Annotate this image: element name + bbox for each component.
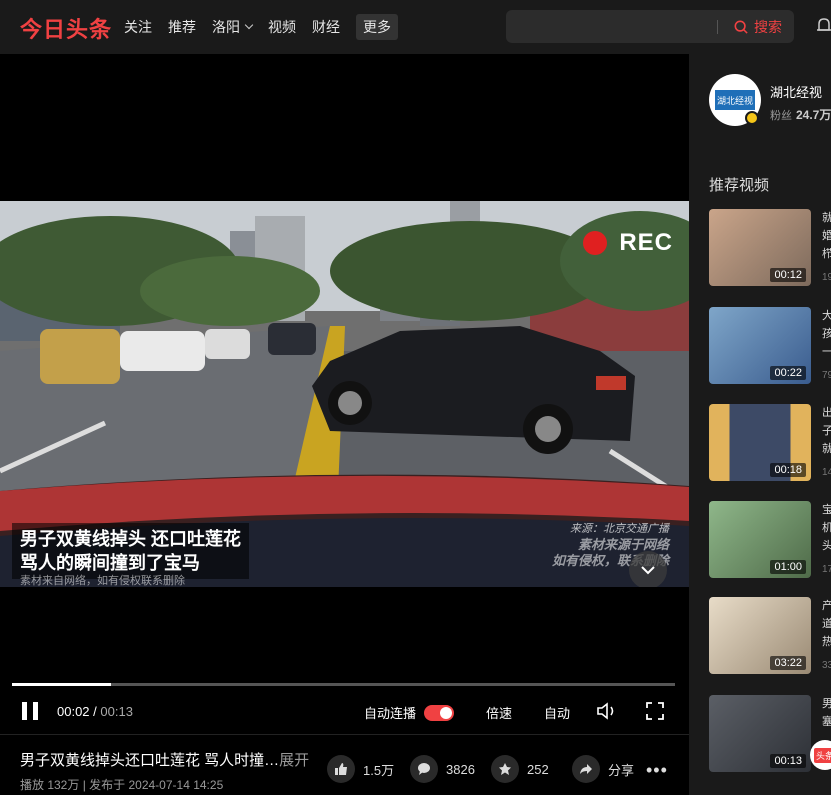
progress-bar[interactable] bbox=[12, 683, 675, 686]
comment-count: 3826 bbox=[446, 761, 475, 777]
comment-icon bbox=[410, 755, 438, 783]
recommended-title: 推荐视频 bbox=[709, 177, 770, 194]
toutiao-logo[interactable]: 今日头条 bbox=[20, 12, 112, 44]
video-player[interactable]: REC 男子双黄线掉头 还口吐莲花 骂人的瞬间撞到了宝马 素材来自网络，如有侵权… bbox=[0, 54, 689, 734]
card-duration: 01:00 bbox=[770, 560, 806, 574]
meta-separator: | bbox=[79, 778, 90, 792]
search-button-label: 搜索 bbox=[754, 18, 782, 35]
nav-finance[interactable]: 财经 bbox=[312, 17, 340, 37]
speed-button[interactable]: 倍速 bbox=[486, 703, 512, 722]
floating-badge-label: 头条 bbox=[814, 748, 831, 763]
nav-city-label: 洛阳 bbox=[212, 19, 240, 35]
floating-badge[interactable]: 头条 bbox=[810, 740, 831, 770]
record-dot-icon bbox=[583, 231, 608, 255]
search-icon bbox=[734, 20, 748, 34]
rec-label: REC bbox=[619, 229, 673, 256]
card-play-count: 17 bbox=[822, 564, 831, 575]
recommended-video-card[interactable]: 00:13 bbox=[709, 695, 811, 772]
rec-indicator: REC bbox=[583, 229, 673, 257]
recommended-video-card[interactable]: 00:22 bbox=[709, 307, 811, 384]
publish-date: 发布于 2024-07-14 14:25 bbox=[89, 778, 224, 792]
time-separator: / bbox=[89, 704, 101, 719]
like-button[interactable]: 1.5万 bbox=[327, 755, 394, 783]
nav-more[interactable]: 更多 bbox=[356, 14, 398, 40]
chevron-down-icon bbox=[244, 20, 254, 30]
search-box: 搜索 bbox=[506, 10, 794, 43]
quality-button[interactable]: 自动 bbox=[544, 703, 570, 722]
caption-line-1: 男子双黄线掉头 还口吐莲花 bbox=[20, 529, 241, 549]
progress-fill bbox=[12, 683, 112, 686]
card-play-count: 79 bbox=[822, 370, 831, 381]
pause-button[interactable] bbox=[22, 702, 38, 720]
recommended-video-card[interactable]: 00:18 bbox=[709, 404, 811, 481]
nav-video[interactable]: 视频 bbox=[268, 17, 296, 37]
card-duration: 00:22 bbox=[770, 366, 806, 380]
autoplay-label: 自动连播 bbox=[364, 706, 417, 721]
autoplay-control: 自动连播 bbox=[364, 703, 455, 722]
expand-button[interactable]: 展开 bbox=[279, 752, 309, 769]
verified-badge-icon bbox=[745, 111, 759, 125]
current-time: 00:02 bbox=[57, 704, 90, 719]
right-sidebar: 湖北经视 湖北经视 粉丝 24.7万 推荐视频 00:12 就婚栉 19 00:2… bbox=[689, 54, 831, 795]
volume-icon[interactable] bbox=[596, 701, 618, 721]
card-title[interactable]: 产道热 bbox=[822, 597, 831, 651]
player-controls: 00:02 / 00:13 自动连播 倍速 自动 bbox=[0, 694, 689, 728]
card-play-count: 14 bbox=[822, 467, 831, 478]
search-button[interactable]: 搜索 bbox=[718, 17, 794, 37]
card-duration: 03:22 bbox=[770, 656, 806, 670]
card-title[interactable]: 男塞 bbox=[822, 695, 831, 731]
collapse-button[interactable] bbox=[629, 551, 667, 587]
autoplay-toggle[interactable] bbox=[424, 704, 455, 721]
card-title[interactable]: 出子就 bbox=[822, 404, 831, 458]
video-title: 男子双黄线掉头还口吐莲花 骂人时撞…展开 bbox=[20, 749, 309, 770]
video-title-text: 男子双黄线掉头还口吐莲花 骂人时撞… bbox=[20, 752, 280, 769]
recommended-video-card[interactable]: 00:12 bbox=[709, 209, 811, 286]
card-title[interactable]: 就婚栉 bbox=[822, 209, 831, 263]
author-fans: 粉丝 24.7万 bbox=[770, 106, 831, 123]
time-display: 00:02 / 00:13 bbox=[57, 704, 133, 719]
card-title[interactable]: 大孩一 bbox=[822, 307, 831, 361]
favorite-count: 252 bbox=[527, 761, 549, 777]
card-duration: 00:18 bbox=[770, 463, 806, 477]
card-duration: 00:13 bbox=[770, 754, 806, 768]
video-frame[interactable]: REC 男子双黄线掉头 还口吐莲花 骂人的瞬间撞到了宝马 素材来自网络，如有侵权… bbox=[0, 201, 689, 587]
nav-recommend[interactable]: 推荐 bbox=[168, 17, 196, 37]
share-icon bbox=[572, 755, 600, 783]
recommended-video-card[interactable]: 01:00 bbox=[709, 501, 811, 578]
fullscreen-icon[interactable] bbox=[646, 702, 664, 720]
video-info-bar: 男子双黄线掉头还口吐莲花 骂人时撞…展开 播放 132万 | 发布于 2024-… bbox=[0, 734, 689, 795]
bell-icon[interactable] bbox=[816, 17, 831, 35]
thumbs-up-icon bbox=[327, 755, 355, 783]
author-name[interactable]: 湖北经视 bbox=[770, 82, 822, 101]
fans-count: 24.7万 bbox=[796, 108, 831, 122]
like-count: 1.5万 bbox=[363, 762, 395, 778]
share-label: 分享 bbox=[608, 762, 635, 778]
more-options-icon[interactable]: ••• bbox=[646, 760, 668, 781]
play-count: 播放 132万 bbox=[20, 778, 80, 792]
card-play-count: 19 bbox=[822, 272, 831, 283]
nav-city[interactable]: 洛阳 bbox=[212, 17, 254, 37]
search-input[interactable] bbox=[506, 10, 717, 43]
card-title[interactable]: 宝机头 bbox=[822, 501, 831, 555]
comment-button[interactable]: 3826 bbox=[410, 755, 475, 783]
card-duration: 00:12 bbox=[770, 268, 806, 282]
top-bar: 今日头条 关注 推荐 洛阳 视频 财经 更多 搜索 bbox=[0, 0, 831, 54]
star-icon bbox=[491, 755, 519, 783]
author-logo-text: 湖北经视 bbox=[717, 95, 753, 107]
source-line-1: 来源：北京交通广播 bbox=[570, 523, 669, 535]
favorite-button[interactable]: 252 bbox=[491, 755, 549, 783]
chevron-down-icon bbox=[641, 566, 655, 575]
fans-label: 粉丝 bbox=[770, 110, 792, 122]
card-play-count: 33 bbox=[822, 660, 831, 671]
video-meta: 播放 132万 | 发布于 2024-07-14 14:25 bbox=[20, 776, 223, 793]
recommended-video-card[interactable]: 03:22 bbox=[709, 597, 811, 674]
main-nav: 关注 推荐 洛阳 视频 财经 更多 bbox=[124, 0, 414, 54]
duration: 00:13 bbox=[100, 704, 133, 719]
nav-follow[interactable]: 关注 bbox=[124, 17, 152, 37]
share-button[interactable]: 分享 bbox=[572, 755, 634, 783]
caption-disclaimer: 素材来自网络，如有侵权联系删除 bbox=[20, 575, 185, 587]
video-caption: 男子双黄线掉头 还口吐莲花 骂人的瞬间撞到了宝马 bbox=[12, 523, 249, 579]
